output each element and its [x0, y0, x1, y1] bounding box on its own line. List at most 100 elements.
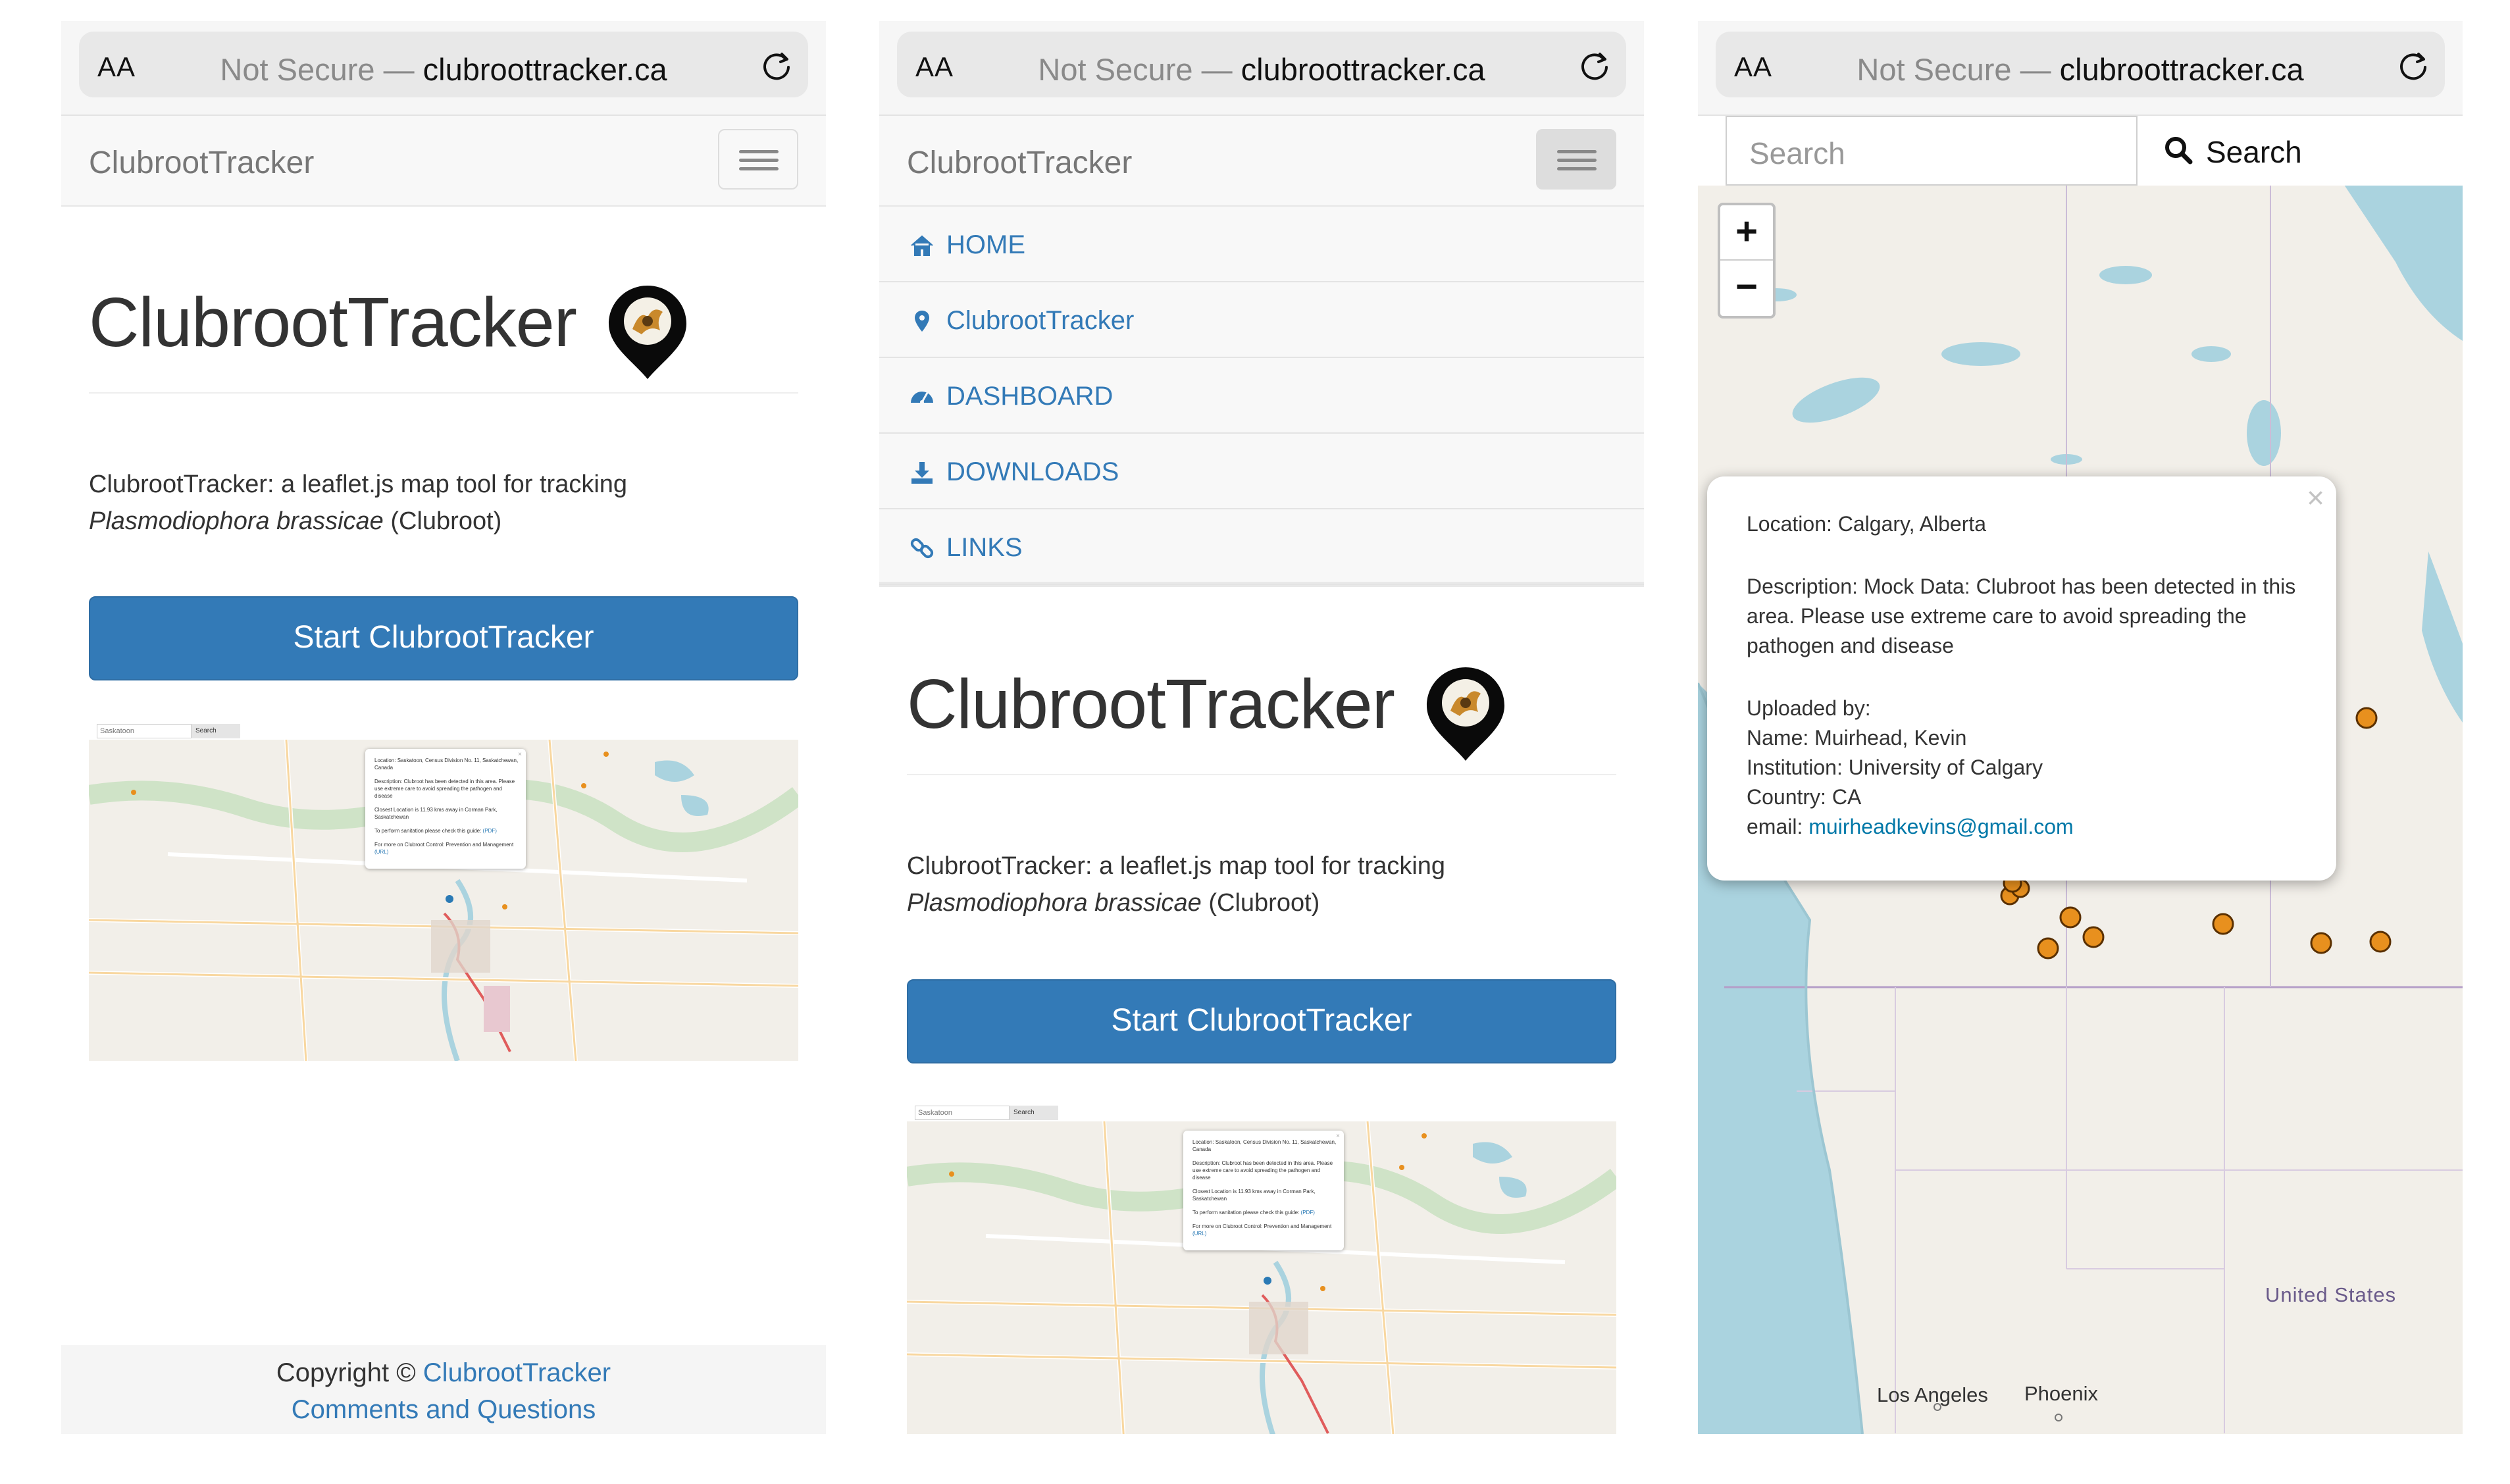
- phone-screen-home: AA Not Secure — clubroottracker.ca Clubr…: [61, 21, 826, 1434]
- intro-species: Plasmodiophora brassicae: [907, 889, 1202, 917]
- url-domain: clubroottracker.ca: [1241, 52, 1485, 87]
- popup-country: Country: CA: [1747, 785, 1862, 809]
- map-label-phoenix: Phoenix: [2024, 1382, 2099, 1405]
- url-domain: clubroottracker.ca: [2059, 52, 2304, 87]
- start-clubroottracker-button[interactable]: Start ClubrootTracker: [907, 979, 1616, 1063]
- intro-text-prefix: ClubrootTracker: a leaflet.js map tool f…: [89, 471, 628, 498]
- popup-description: Description: Mock Data: Clubroot has bee…: [1747, 575, 2296, 657]
- phone-screen-map: AA Not Secure — clubroottracker.ca + − ×…: [1698, 21, 2463, 1434]
- map-search-button-label: Search: [2206, 135, 2302, 169]
- start-clubroottracker-button[interactable]: Start ClubrootTracker: [89, 596, 798, 680]
- map-search-bar: Search Search: [1698, 116, 2463, 186]
- preview-search-input: Saskatoon: [915, 1106, 1010, 1120]
- phone-screen-menu-open: AA Not Secure — clubroottracker.ca Clubr…: [879, 21, 1644, 1434]
- popup-email-link[interactable]: muirheadkevins@gmail.com: [1808, 815, 2073, 838]
- leaflet-map[interactable]: + − × Location: Calgary, Alberta Descrip…: [1698, 183, 2463, 1434]
- navbar-brand[interactable]: ClubrootTracker: [89, 145, 314, 181]
- intro-text-suffix: (Clubroot): [1201, 889, 1320, 917]
- url-field[interactable]: AA Not Secure — clubroottracker.ca: [79, 32, 808, 97]
- nav-menu: HOME ClubrootTracker DASHBOARD DOWNLOADS…: [879, 207, 1644, 587]
- map-search-input[interactable]: Search: [1726, 116, 2138, 186]
- map-preview-image: Saskatoon Search × Location: Saskatoon, …: [907, 1104, 1616, 1434]
- navbar: ClubrootTracker: [61, 116, 826, 207]
- preview-search-input: Saskatoon: [97, 724, 192, 738]
- menu-item-clubroottracker[interactable]: ClubrootTracker: [879, 282, 1644, 358]
- url-text[interactable]: Not Secure — clubroottracker.ca: [1716, 51, 2445, 88]
- menu-toggle-button[interactable]: [718, 129, 798, 190]
- navbar: ClubrootTracker: [879, 116, 1644, 207]
- popup-institution: Institution: University of Calgary: [1747, 755, 2043, 779]
- map-preview-image: Saskatoon Search × Location: Saskatoon, …: [89, 723, 798, 1061]
- safari-address-bar: AA Not Secure — clubroottracker.ca: [1698, 21, 2463, 116]
- intro-text-suffix: (Clubroot): [383, 507, 502, 535]
- zoom-out-button[interactable]: −: [1720, 261, 1773, 316]
- map-search-button[interactable]: Search: [2138, 116, 2463, 186]
- menu-toggle-button[interactable]: [1536, 129, 1616, 190]
- popup-location: Location: Calgary, Alberta: [1747, 512, 1987, 536]
- preview-popup-location: Location: Saskatoon, Census Division No.…: [374, 757, 519, 771]
- preview-popup-more: For more on Clubroot Control: Prevention…: [1192, 1223, 1332, 1229]
- download-icon: [911, 462, 933, 484]
- preview-popup-description: Description: Clubroot has been detected …: [1192, 1160, 1333, 1181]
- menu-item-label: ClubrootTracker: [946, 306, 1135, 335]
- popup-name: Name: Muirhead, Kevin: [1747, 726, 1967, 750]
- map-label-united-states: United States: [2265, 1283, 2397, 1306]
- preview-popup-url-link: (URL): [1192, 1231, 1207, 1237]
- clubroot-pin-logo-icon: [1427, 667, 1504, 761]
- url-field[interactable]: AA Not Secure — clubroottracker.ca: [897, 32, 1626, 97]
- menu-item-links[interactable]: LINKS: [879, 509, 1644, 585]
- dashboard-icon: [911, 392, 933, 404]
- marker-popup: × Location: Calgary, Alberta Description…: [1707, 476, 2336, 881]
- menu-item-home[interactable]: HOME: [879, 207, 1644, 282]
- preview-popup-location: Location: Saskatoon, Census Division No.…: [1192, 1139, 1337, 1152]
- intro-species: Plasmodiophora brassicae: [89, 507, 384, 535]
- title-divider: [907, 774, 1616, 775]
- zoom-in-button[interactable]: +: [1720, 205, 1773, 261]
- intro-text-prefix: ClubrootTracker: a leaflet.js map tool f…: [907, 852, 1446, 880]
- menu-item-label: DOWNLOADS: [946, 457, 1119, 486]
- reload-icon[interactable]: [759, 49, 794, 83]
- not-secure-label: Not Secure —: [220, 52, 423, 87]
- clubroot-pin-logo-icon: [609, 286, 686, 379]
- home-icon: [911, 235, 933, 256]
- map-marker-icon: [915, 311, 929, 332]
- url-text[interactable]: Not Secure — clubroottracker.ca: [79, 51, 808, 88]
- menu-item-label: HOME: [946, 230, 1025, 259]
- zoom-control: + −: [1718, 203, 1776, 319]
- page-title: ClubrootTracker: [907, 665, 1395, 743]
- reload-icon[interactable]: [2396, 49, 2430, 83]
- copyright-link[interactable]: ClubrootTracker: [423, 1358, 611, 1387]
- preview-popup-closest: Closest Location is 11.93 kms away in Co…: [1192, 1189, 1316, 1202]
- preview-popup-pdf-link: (PDF): [1300, 1210, 1315, 1215]
- popup-close-button[interactable]: ×: [2307, 482, 2324, 513]
- preview-popup: × Location: Saskatoon, Census Division N…: [365, 749, 526, 869]
- safari-address-bar: AA Not Secure — clubroottracker.ca: [61, 21, 826, 116]
- navbar-brand[interactable]: ClubrootTracker: [907, 145, 1132, 181]
- menu-item-dashboard[interactable]: DASHBOARD: [879, 358, 1644, 434]
- popup-email-label: email:: [1747, 815, 1809, 838]
- menu-item-label: DASHBOARD: [946, 382, 1114, 411]
- popup-uploaded-by: Uploaded by:: [1747, 696, 1871, 720]
- not-secure-label: Not Secure —: [1038, 52, 1241, 87]
- map-label-los-angeles: Los Angeles: [1877, 1383, 1988, 1406]
- page-title: ClubrootTracker: [89, 284, 577, 361]
- url-field[interactable]: AA Not Secure — clubroottracker.ca: [1716, 32, 2445, 97]
- preview-search-button: Search: [192, 724, 240, 738]
- menu-item-downloads[interactable]: DOWNLOADS: [879, 434, 1644, 509]
- menu-item-label: LINKS: [946, 533, 1023, 562]
- title-divider: [89, 392, 798, 394]
- search-icon: [2165, 137, 2193, 165]
- preview-popup-sanitation: To perform sanitation please check this …: [374, 828, 483, 834]
- preview-popup-sanitation: To perform sanitation please check this …: [1192, 1210, 1301, 1215]
- link-icon: [910, 538, 934, 559]
- preview-popup-closest: Closest Location is 11.93 kms away in Co…: [374, 807, 498, 820]
- comments-link[interactable]: Comments and Questions: [292, 1395, 596, 1424]
- preview-popup-more: For more on Clubroot Control: Prevention…: [374, 842, 514, 848]
- preview-popup-description: Description: Clubroot has been detected …: [374, 779, 515, 799]
- reload-icon[interactable]: [1577, 49, 1612, 83]
- intro-text: ClubrootTracker: a leaflet.js map tool f…: [89, 466, 798, 540]
- intro-text: ClubrootTracker: a leaflet.js map tool f…: [907, 848, 1616, 921]
- url-text[interactable]: Not Secure — clubroottracker.ca: [897, 51, 1626, 88]
- not-secure-label: Not Secure —: [1857, 52, 2060, 87]
- safari-address-bar: AA Not Secure — clubroottracker.ca: [879, 21, 1644, 116]
